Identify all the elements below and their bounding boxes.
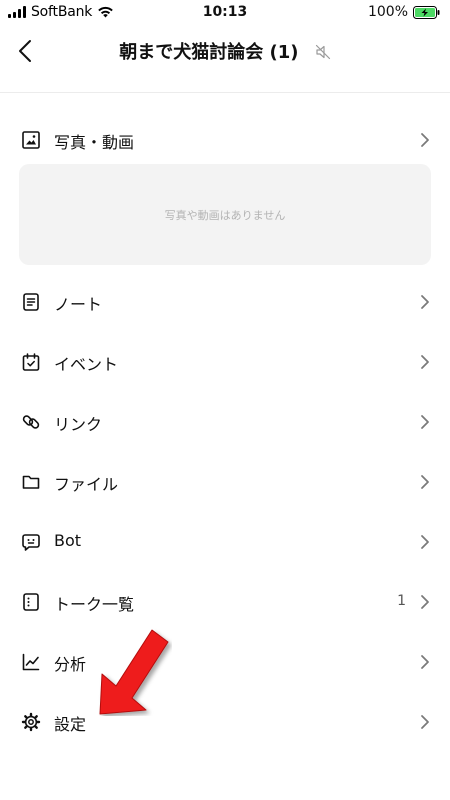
folder-icon	[22, 475, 40, 489]
chat-info-header: 朝まで犬猫討論会 (1)	[0, 26, 450, 76]
chevron-right-icon	[421, 715, 429, 729]
status-bar: SoftBank 10:13 100%	[0, 0, 450, 26]
chevron-right-icon	[421, 655, 429, 669]
photo-icon	[22, 131, 40, 149]
speaker-muted-icon	[315, 44, 330, 60]
chevron-right-icon	[421, 535, 429, 549]
menu-item-link[interactable]: リンク	[0, 398, 450, 446]
bot-icon	[22, 534, 40, 551]
menu-item-label: 分析	[54, 655, 87, 674]
menu-item-photos-videos[interactable]: 写真・動画	[0, 116, 450, 164]
media-preview-area: 写真や動画はありません	[19, 164, 431, 265]
battery-charging-icon	[413, 5, 440, 19]
chevron-right-icon	[421, 475, 429, 489]
link-icon	[22, 415, 40, 429]
menu-item-label: 写真・動画	[54, 133, 135, 152]
gear-icon	[21, 712, 41, 732]
empty-media-message: 写真や動画はありません	[164, 209, 286, 222]
page-title: 朝まで犬猫討論会 (1)	[119, 42, 299, 63]
list-icon	[23, 593, 39, 611]
menu-item-label: リンク	[54, 415, 103, 434]
menu-item-label: 設定	[54, 715, 87, 734]
menu-item-event[interactable]: イベント	[0, 338, 450, 386]
chevron-right-icon	[421, 295, 429, 309]
menu-item-bot[interactable]: Bot	[0, 518, 450, 566]
chart-icon	[22, 653, 40, 671]
menu-item-label: Bot	[54, 531, 82, 550]
chevron-right-icon	[421, 133, 429, 147]
note-icon	[23, 293, 39, 311]
menu-item-label: ファイル	[54, 475, 119, 494]
chevron-right-icon	[421, 415, 429, 429]
menu-item-analytics[interactable]: 分析	[0, 638, 450, 686]
menu-item-note[interactable]: ノート	[0, 278, 450, 326]
chevron-right-icon	[421, 355, 429, 369]
header-divider	[0, 92, 450, 93]
talk-count-badge: 1	[397, 593, 406, 609]
battery-percentage: 100%	[367, 4, 408, 20]
menu-item-label: ノート	[54, 295, 103, 314]
calendar-icon	[22, 353, 40, 371]
menu-item-label: トーク一覧	[54, 595, 135, 614]
menu-item-file[interactable]: ファイル	[0, 458, 450, 506]
chevron-right-icon	[421, 595, 429, 609]
menu-item-settings[interactable]: 設定	[0, 698, 450, 746]
menu-item-talk-list[interactable]: トーク一覧 1	[0, 578, 450, 626]
menu-item-label: イベント	[54, 355, 119, 374]
